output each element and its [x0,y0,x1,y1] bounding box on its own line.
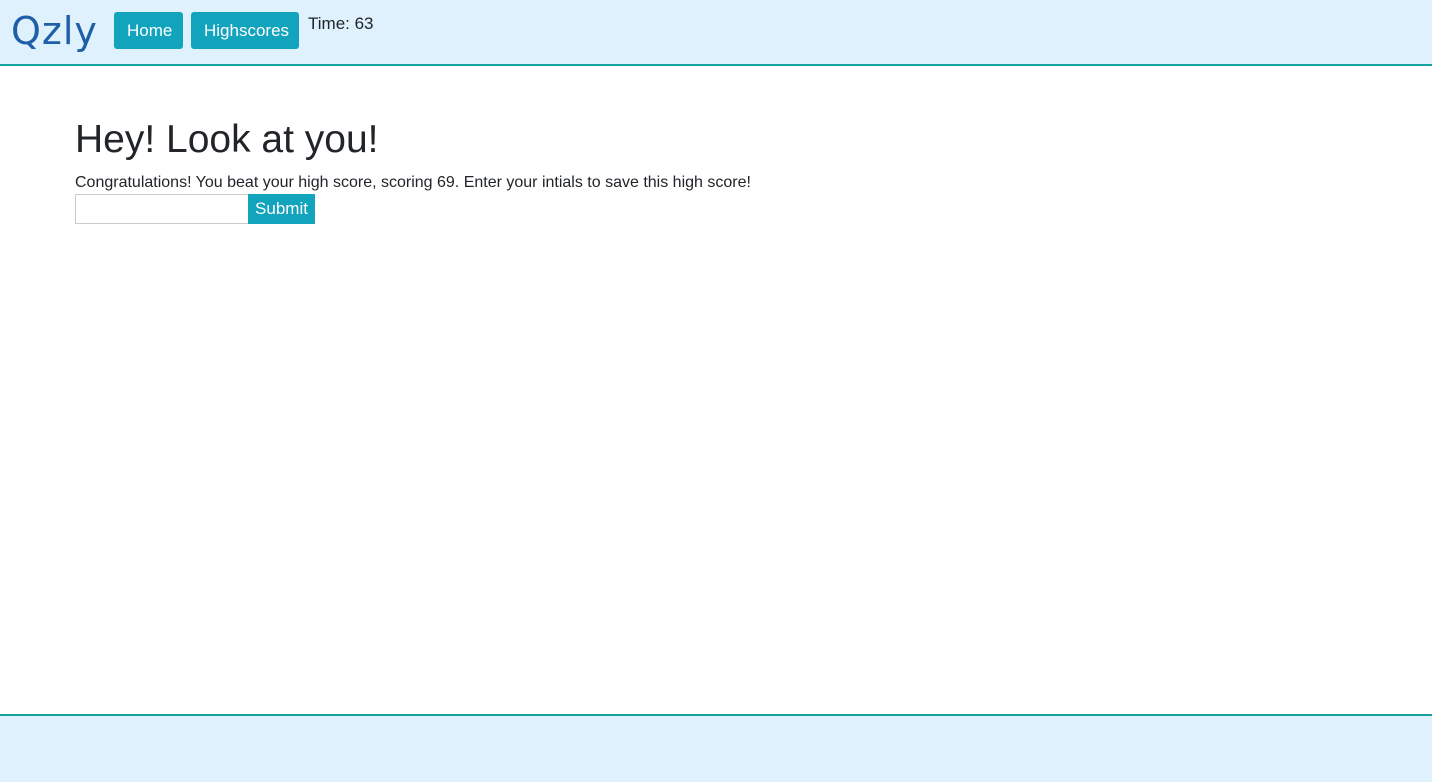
timer-display: Time: 63 [308,14,374,33]
highscores-button[interactable]: Highscores [191,12,299,49]
initials-form: Submit [75,194,1355,224]
main-content: Hey! Look at you! Congratulations! You b… [75,116,1355,224]
qzly-logo[interactable]: Qzly [11,9,98,53]
top-navbar: Qzly Home Highscores Time: 63 [0,0,1432,66]
page: Qzly Home Highscores Time: 63 Hey! Look … [0,0,1432,782]
footer [0,714,1432,782]
initials-input[interactable] [75,194,248,224]
submit-button[interactable]: Submit [248,194,315,224]
home-button[interactable]: Home [114,12,183,49]
score-message: Congratulations! You beat your high scor… [75,174,751,191]
page-title: Hey! Look at you! [75,118,379,161]
